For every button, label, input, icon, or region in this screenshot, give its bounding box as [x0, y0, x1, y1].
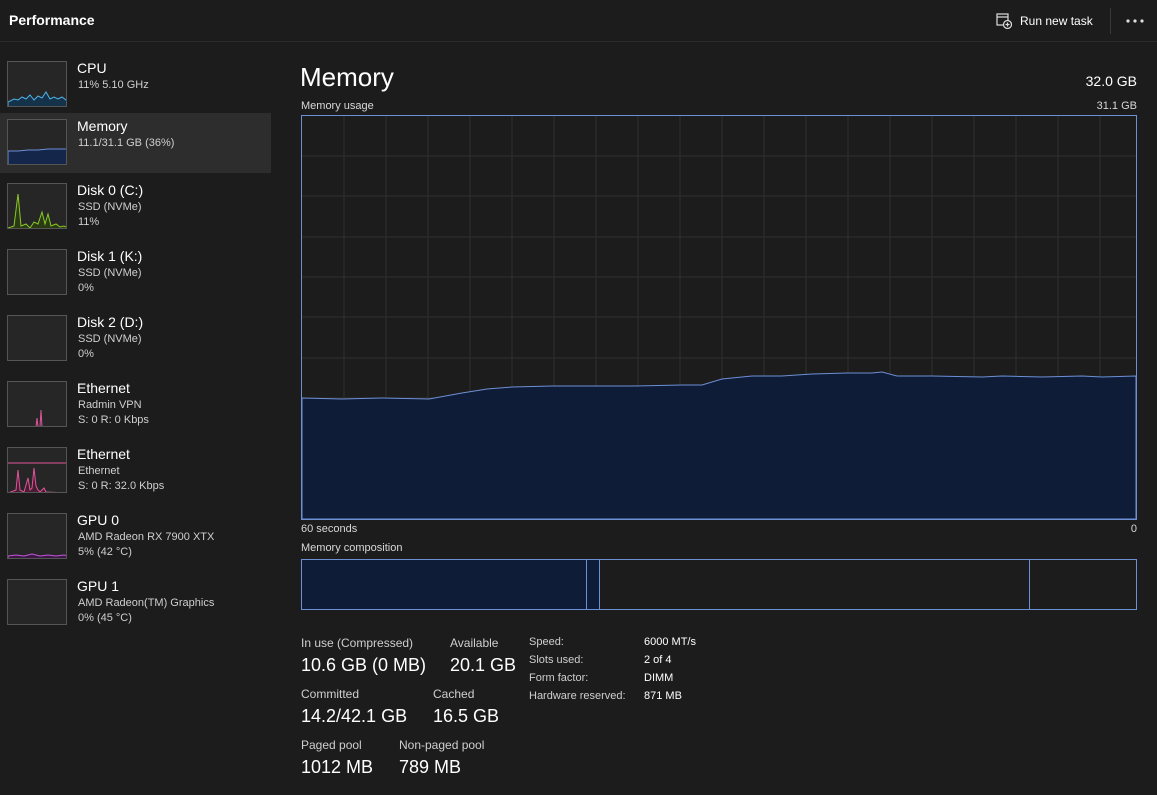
- composition-standby: [600, 560, 1030, 609]
- sidebar-item-title: Disk 0 (C:): [77, 182, 144, 198]
- memory-usage-graph: [301, 115, 1137, 520]
- available-label: Available: [450, 636, 499, 650]
- cached-value: 16.5 GB: [433, 706, 500, 726]
- sidebar-item-status: 0% (45 °C): [78, 612, 132, 624]
- sidebar-item-detail: AMD Radeon RX 7900 XTX: [78, 531, 215, 543]
- sidebar-item-title: Disk 2 (D:): [77, 314, 144, 330]
- hardware-reserved-label: Hardware reserved:: [529, 690, 626, 702]
- more-icon: [1126, 19, 1144, 23]
- gpu-0-thumbnail-graph: [7, 513, 67, 559]
- hardware-reserved-value: 871 MB: [644, 690, 682, 702]
- sidebar-item-status: S: 0 R: 32.0 Kbps: [78, 480, 165, 492]
- x-axis-right-label: 0: [1130, 523, 1137, 535]
- cached-label: Cached: [433, 687, 475, 701]
- run-task-icon: [996, 13, 1012, 29]
- memory-usage-svg: [302, 116, 1136, 519]
- disk-1-thumbnail-graph: [7, 249, 67, 295]
- x-axis-left-label: 60 seconds: [301, 523, 358, 535]
- form-factor-label: Form factor:: [529, 672, 589, 684]
- sidebar-item-title: Ethernet: [77, 446, 130, 462]
- sidebar-item-gpu-1[interactable]: GPU 1 AMD Radeon(TM) Graphics 0% (45 °C): [0, 573, 271, 633]
- sidebar-item-detail: 11.1/31.1 GB (36%): [78, 137, 175, 149]
- non-paged-pool-label: Non-paged pool: [399, 738, 485, 752]
- in-use-value: 10.6 GB (0 MB): [301, 655, 427, 675]
- sidebar-item-detail: SSD (NVMe): [78, 267, 142, 279]
- sidebar-item-status: 0%: [78, 348, 94, 360]
- sidebar-item-title: GPU 0: [77, 512, 120, 528]
- memory-thumbnail-graph: [7, 119, 67, 165]
- memory-total: 32.0 GB: [1085, 73, 1137, 89]
- run-task-label: Run new task: [1020, 14, 1093, 28]
- memory-composition-label: Memory composition: [301, 542, 403, 554]
- disk-2-thumbnail-graph: [7, 315, 67, 361]
- sidebar-item-detail: AMD Radeon(TM) Graphics: [78, 597, 215, 609]
- sidebar-item-memory[interactable]: Memory 11.1/31.1 GB (36%): [0, 113, 271, 173]
- sidebar-item-ethernet[interactable]: Ethernet Ethernet S: 0 R: 32.0 Kbps: [0, 441, 271, 501]
- slots-used-value: 2 of 4: [644, 654, 672, 666]
- sidebar-item-disk-1[interactable]: Disk 1 (K:) SSD (NVMe) 0%: [0, 243, 271, 303]
- sidebar-item-disk-2[interactable]: Disk 2 (D:) SSD (NVMe) 0%: [0, 309, 271, 369]
- paged-pool-value: 1012 MB: [301, 757, 374, 777]
- composition-in-use: [302, 560, 587, 609]
- sidebar-item-status: 11%: [78, 216, 100, 228]
- page-title: Performance: [9, 12, 95, 28]
- sidebar-item-title: CPU: [77, 60, 107, 76]
- sidebar-item-gpu-0[interactable]: GPU 0 AMD Radeon RX 7900 XTX 5% (42 °C): [0, 507, 271, 567]
- sidebar-item-title: GPU 1: [77, 578, 120, 594]
- sidebar-item-title: Disk 1 (K:): [77, 248, 143, 264]
- speed-value: 6000 MT/s: [644, 636, 696, 648]
- in-use-label: In use (Compressed): [301, 636, 414, 650]
- sidebar-item-title: Memory: [77, 118, 128, 134]
- committed-label: Committed: [301, 687, 360, 701]
- sidebar-item-cpu[interactable]: CPU 11% 5.10 GHz: [0, 55, 271, 115]
- sidebar-item-detail: Radmin VPN: [78, 399, 142, 411]
- memory-usage-label: Memory usage: [301, 100, 374, 112]
- composition-modified: [587, 560, 600, 609]
- sidebar-item-ethernet-radmin[interactable]: Ethernet Radmin VPN S: 0 R: 0 Kbps: [0, 375, 271, 435]
- sidebar-item-detail: Ethernet: [78, 465, 120, 477]
- memory-usage-max: 31.1 GB: [1096, 100, 1137, 112]
- composition-free: [1030, 560, 1136, 609]
- ethernet-thumbnail-graph: [7, 447, 67, 493]
- sidebar-item-status: 5% (42 °C): [78, 546, 132, 558]
- paged-pool-label: Paged pool: [301, 738, 362, 752]
- run-new-task-button[interactable]: Run new task: [996, 8, 1093, 34]
- gpu-1-thumbnail-graph: [7, 579, 67, 625]
- sidebar-item-status: S: 0 R: 0 Kbps: [78, 414, 149, 426]
- title-bar: Performance Run new task: [0, 0, 1157, 42]
- memory-composition-bar: [301, 559, 1137, 610]
- sidebar-item-status: 0%: [78, 282, 94, 294]
- speed-label: Speed:: [529, 636, 564, 648]
- ethernet-radmin-thumbnail-graph: [7, 381, 67, 427]
- more-options-button[interactable]: [1122, 10, 1148, 32]
- sidebar-item-detail: 11% 5.10 GHz: [78, 79, 149, 91]
- memory-usage-area: [302, 371, 1136, 519]
- header-divider: [1110, 8, 1111, 34]
- non-paged-pool-value: 789 MB: [399, 757, 462, 777]
- cpu-thumbnail-graph: [7, 61, 67, 107]
- sidebar-item-title: Ethernet: [77, 380, 130, 396]
- disk-0-thumbnail-graph: [7, 183, 67, 229]
- slots-used-label: Slots used:: [529, 654, 584, 666]
- sidebar-item-detail: SSD (NVMe): [78, 333, 142, 345]
- available-value: 20.1 GB: [450, 655, 517, 675]
- form-factor-value: DIMM: [644, 672, 674, 684]
- sidebar-item-detail: SSD (NVMe): [78, 201, 142, 213]
- committed-value: 14.2/42.1 GB: [301, 706, 408, 726]
- sidebar-item-disk-0[interactable]: Disk 0 (C:) SSD (NVMe) 11%: [0, 177, 271, 237]
- main-title: Memory: [300, 62, 394, 92]
